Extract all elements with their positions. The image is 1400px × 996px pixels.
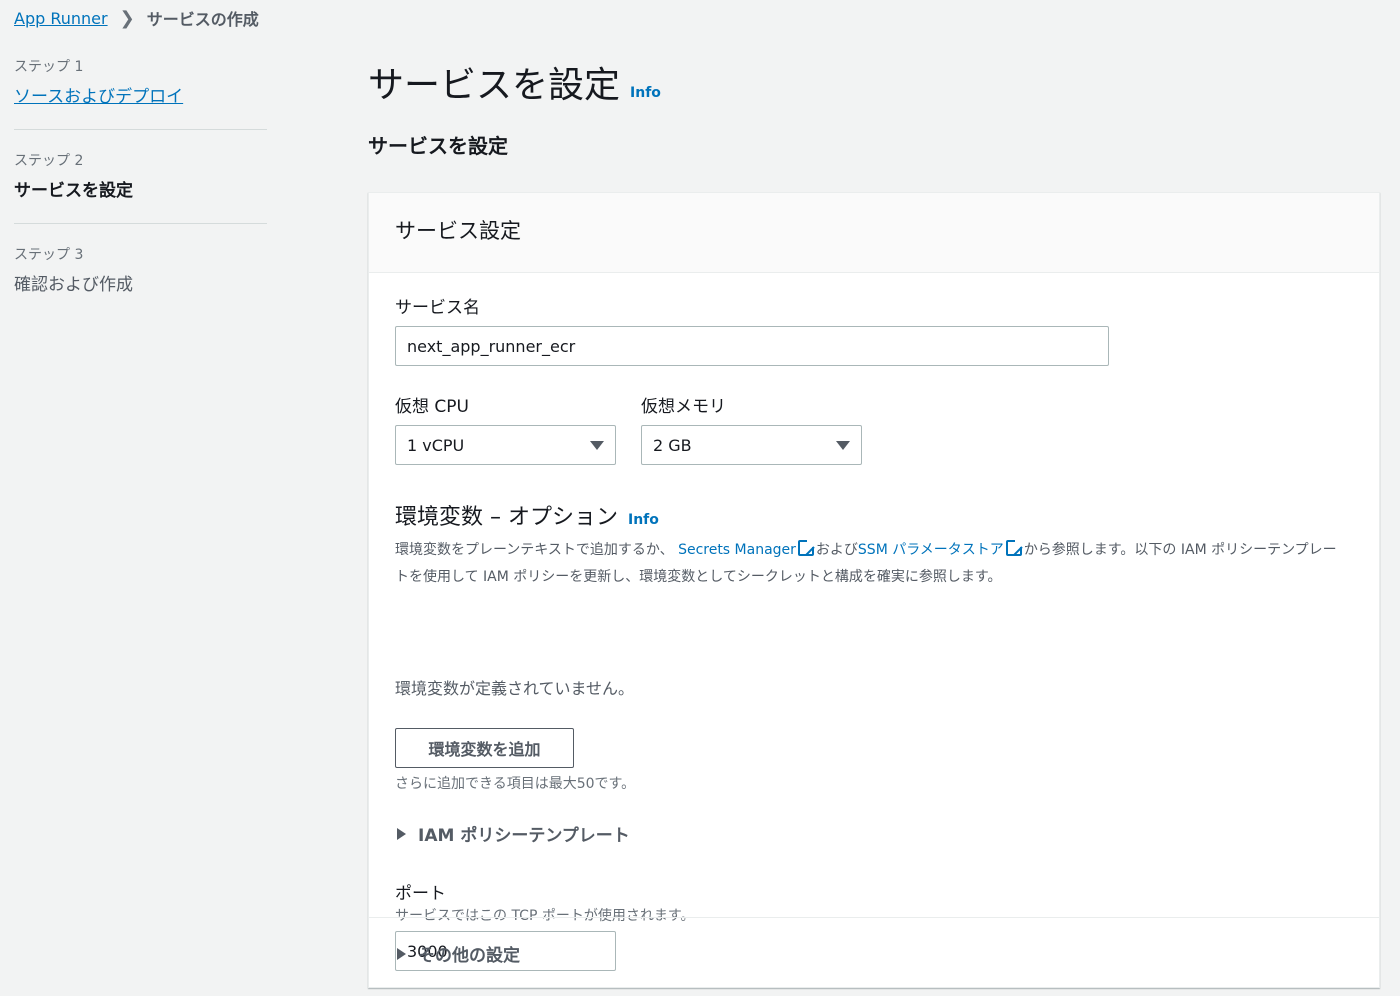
breadcrumb: App Runner ❯ サービスの作成 xyxy=(14,6,259,30)
step-3: ステップ 3 確認および作成 xyxy=(14,244,267,317)
cpu-label: 仮想 CPU xyxy=(395,397,469,417)
caret-right-icon xyxy=(397,827,406,840)
other-settings-expander[interactable]: その他の設定 xyxy=(397,941,520,966)
page-header: サービスを設定 Info xyxy=(368,56,661,108)
add-env-var-button[interactable]: 環境変数を追加 xyxy=(395,728,574,768)
wizard-steps: ステップ 1 ソースおよびデプロイ ステップ 2 サービスを設定 ステップ 3 … xyxy=(14,56,267,337)
env-desc-text: および xyxy=(815,542,858,558)
step-1-source-deploy-link[interactable]: ソースおよびデプロイ xyxy=(14,82,267,107)
memory-select[interactable]: 2 GB xyxy=(641,425,862,465)
env-desc-text: 環境変数をプレーンテキストで追加するか、 xyxy=(395,542,679,558)
section-title: サービスを設定 xyxy=(368,134,508,158)
service-name-input[interactable]: next_app_runner_ecr xyxy=(395,326,1109,366)
step-2-label: ステップ 2 xyxy=(14,153,84,169)
step-1-label: ステップ 1 xyxy=(14,59,84,75)
other-settings-row: その他の設定 xyxy=(369,917,1379,989)
cpu-select-value: 1 vCPU xyxy=(407,435,465,455)
env-empty-text: 環境変数が定義されていません。 xyxy=(395,679,635,698)
env-description: 環境変数をプレーンテキストで追加するか、 Secrets Manager およびS… xyxy=(395,537,1350,591)
env-info-link[interactable]: Info xyxy=(628,512,659,528)
breadcrumb-app-runner-link[interactable]: App Runner xyxy=(14,9,108,28)
step-2: ステップ 2 サービスを設定 xyxy=(14,150,267,224)
secrets-manager-link[interactable]: Secrets Manager xyxy=(678,542,796,558)
cpu-select[interactable]: 1 vCPU xyxy=(395,425,616,465)
step-3-title: 確認および作成 xyxy=(14,275,133,295)
service-name-label: サービス名 xyxy=(395,298,480,318)
step-2-title: サービスを設定 xyxy=(14,181,133,201)
breadcrumb-current: サービスの作成 xyxy=(146,10,259,29)
page-title: サービスを設定 xyxy=(368,65,621,106)
chevron-right-icon: ❯ xyxy=(119,7,135,29)
env-title: 環境変数 – オプション xyxy=(395,505,618,530)
caret-down-icon xyxy=(590,440,604,450)
service-settings-panel: サービス設定 サービス名 next_app_runner_ecr 仮想 CPU … xyxy=(368,192,1380,988)
memory-label: 仮想メモリ xyxy=(641,397,726,417)
iam-policy-template-label: IAM ポリシーテンプレート xyxy=(418,826,630,846)
caret-down-icon xyxy=(836,440,850,450)
caret-right-icon xyxy=(397,947,406,960)
iam-policy-template-expander[interactable]: IAM ポリシーテンプレート xyxy=(397,821,630,846)
external-link-icon xyxy=(797,539,815,556)
panel-header: サービス設定 xyxy=(369,193,1379,273)
env-header: 環境変数 – オプション Info xyxy=(395,499,659,531)
env-limit-hint: さらに追加できる項目は最大50です。 xyxy=(395,776,636,792)
step-1: ステップ 1 ソースおよびデプロイ xyxy=(14,56,267,130)
external-link-icon xyxy=(1005,539,1023,556)
step-3-label: ステップ 3 xyxy=(14,247,84,263)
other-settings-label: その他の設定 xyxy=(418,946,520,966)
page-info-link[interactable]: Info xyxy=(630,85,661,101)
ssm-parameter-store-link[interactable]: SSM パラメータストア xyxy=(858,542,1004,558)
port-label: ポート xyxy=(395,884,446,904)
memory-select-value: 2 GB xyxy=(653,435,692,455)
